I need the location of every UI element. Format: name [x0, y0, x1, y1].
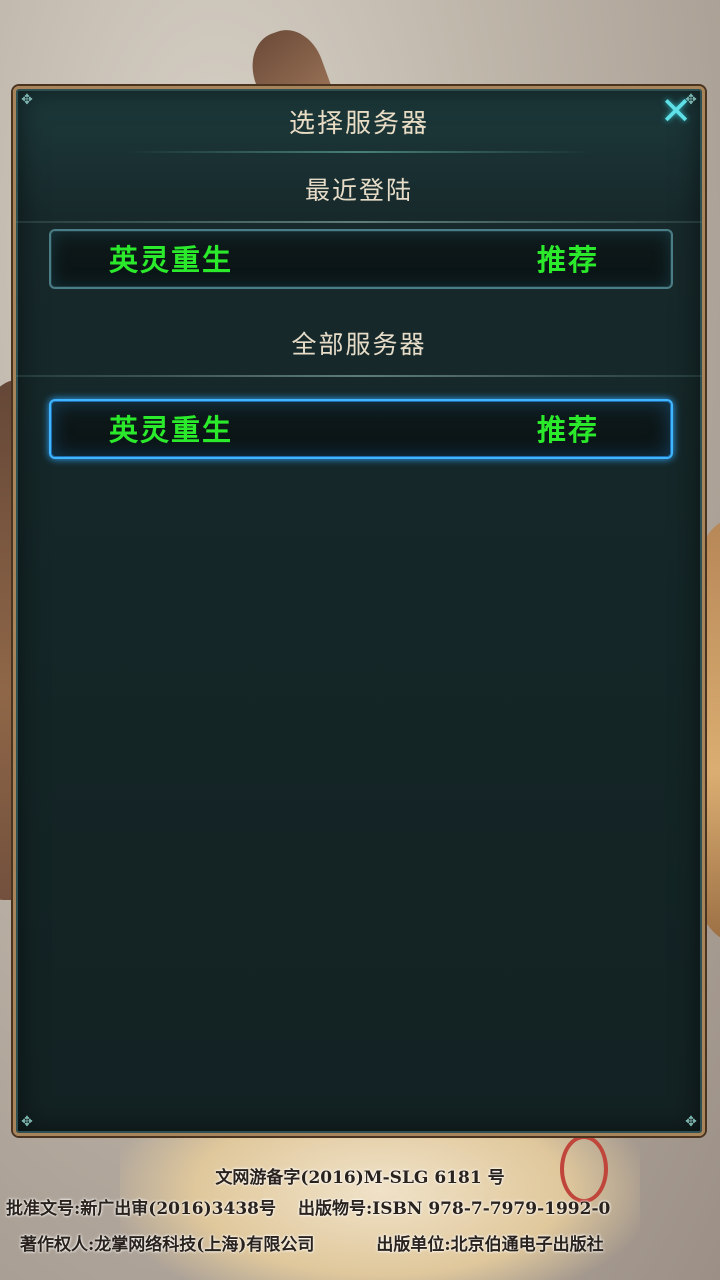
- recent-login-header: 最近登陆: [16, 167, 702, 223]
- server-recommend-tag: 推荐: [536, 413, 599, 447]
- approval-number: 批准文号:新广出审(2016)3438号: [6, 1199, 276, 1219]
- close-icon: ✕: [660, 89, 692, 133]
- isbn-number: 出版物号:ISBN 978-7-7979-1992-0: [298, 1199, 611, 1219]
- server-name: 英灵重生: [109, 243, 234, 277]
- server-name: 英灵重生: [109, 413, 234, 447]
- publisher: 出版单位:北京伯通电子出版社: [376, 1235, 604, 1255]
- server-recommend-tag: 推荐: [536, 243, 599, 277]
- recent-server-row[interactable]: 英灵重生 推荐: [49, 229, 673, 289]
- server-select-dialog: ✥ ✥ ✥ ✥ 选择服务器 ✕ 最近登陆 英灵重生 推荐 全部服务器 英灵重生 …: [13, 86, 705, 1136]
- title-divider: [126, 151, 592, 153]
- license-line-3: 著作权人:龙掌网络科技(上海)有限公司 出版单位:北京伯通电子出版社: [20, 1230, 720, 1255]
- all-servers-header: 全部服务器: [16, 321, 702, 377]
- corner-ornament-icon: ✥: [21, 1114, 33, 1130]
- license-line-1: 文网游备字(2016)M-SLG 6181 号: [215, 1168, 505, 1188]
- dialog-title: 选择服务器: [288, 109, 429, 139]
- close-button[interactable]: ✕: [658, 92, 694, 130]
- copyright-holder: 著作权人:龙掌网络科技(上海)有限公司: [20, 1235, 315, 1255]
- license-line-2: 批准文号:新广出审(2016)3438号 出版物号:ISBN 978-7-7979…: [6, 1194, 720, 1219]
- corner-ornament-icon: ✥: [685, 1114, 697, 1130]
- server-list-item[interactable]: 英灵重生 推荐: [49, 399, 673, 459]
